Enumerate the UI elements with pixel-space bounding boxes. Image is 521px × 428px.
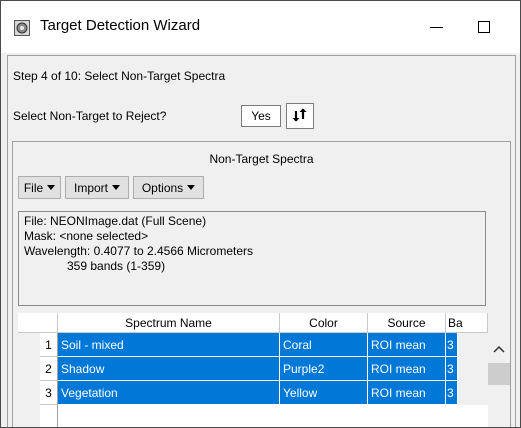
scroll-up-icon[interactable] (493, 343, 505, 353)
table-cell-bands[interactable]: 3 (446, 333, 458, 357)
sort-button[interactable] (286, 103, 314, 129)
table-cell-color[interactable]: Coral (280, 333, 368, 357)
step-label: Step 4 of 10: Select Non-Target Spectra (13, 69, 226, 83)
table-cell-source[interactable]: ROI mean (368, 357, 446, 381)
column-header-bands[interactable]: Ba (446, 313, 488, 333)
table-cell-bands[interactable]: 3 (446, 381, 458, 405)
file-info-box: File: NEONImage.dat (Full Scene) Mask: <… (18, 211, 486, 306)
table-cell-source[interactable]: ROI mean (368, 381, 446, 405)
maximize-button[interactable] (469, 11, 499, 43)
import-menu-button[interactable]: Import (65, 176, 129, 199)
column-header-name[interactable]: Spectrum Name (58, 313, 280, 333)
chevron-down-icon (112, 185, 120, 190)
file-menu-button[interactable]: File (18, 176, 61, 199)
chevron-down-icon (187, 185, 196, 190)
table-cell-color[interactable]: Purple2 (280, 357, 368, 381)
row-number[interactable]: 1 (40, 333, 58, 357)
row-number-empty (40, 405, 58, 427)
mask-info: Mask: <none selected> (24, 229, 149, 243)
panel-title: Non-Target Spectra (209, 152, 314, 166)
table-empty-row (58, 405, 488, 427)
wizard-window: Target Detection Wizard Step 4 of 10: Se… (0, 0, 521, 428)
scroll-thumb[interactable] (488, 363, 510, 385)
table-cell-color[interactable]: Yellow (280, 381, 368, 405)
minimize-button[interactable] (421, 11, 451, 43)
import-menu-label: Import (73, 180, 108, 195)
table-cell-source[interactable]: ROI mean (368, 333, 446, 357)
app-icon (14, 20, 30, 36)
file-info: File: NEONImage.dat (Full Scene) (24, 214, 207, 228)
options-menu-label: Options (141, 180, 184, 195)
chevron-down-icon (47, 185, 56, 190)
column-header-color[interactable]: Color (280, 313, 368, 333)
window-title: Target Detection Wizard (40, 17, 201, 34)
table-cell-name[interactable]: Vegetation (58, 381, 280, 405)
table-cell-name[interactable]: Shadow (58, 357, 280, 381)
reject-toggle-button[interactable]: Yes (241, 105, 281, 127)
spectra-table: Spectrum Name Color Source Ba 1 Soil - m… (18, 313, 488, 427)
reject-label: Select Non-Target to Reject? (13, 109, 167, 123)
table-corner (18, 313, 58, 333)
sort-arrows-icon (292, 108, 308, 125)
row-number[interactable]: 2 (40, 357, 58, 381)
options-menu-button[interactable]: Options (133, 176, 204, 199)
file-menu-label: File (23, 180, 44, 195)
row-number[interactable]: 3 (40, 381, 58, 405)
table-cell-bands[interactable]: 3 (446, 357, 458, 381)
minimize-icon (429, 26, 443, 28)
bands-info: 359 bands (1-359) (67, 259, 166, 273)
wavelength-info: Wavelength: 0.4077 to 2.4566 Micrometers (24, 244, 254, 258)
column-header-source[interactable]: Source (368, 313, 446, 333)
table-cell-name[interactable]: Soil - mixed (58, 333, 280, 357)
title-bar[interactable]: Target Detection Wizard (1, 1, 520, 53)
maximize-icon (478, 21, 490, 33)
table-scrollbar[interactable] (488, 313, 510, 427)
